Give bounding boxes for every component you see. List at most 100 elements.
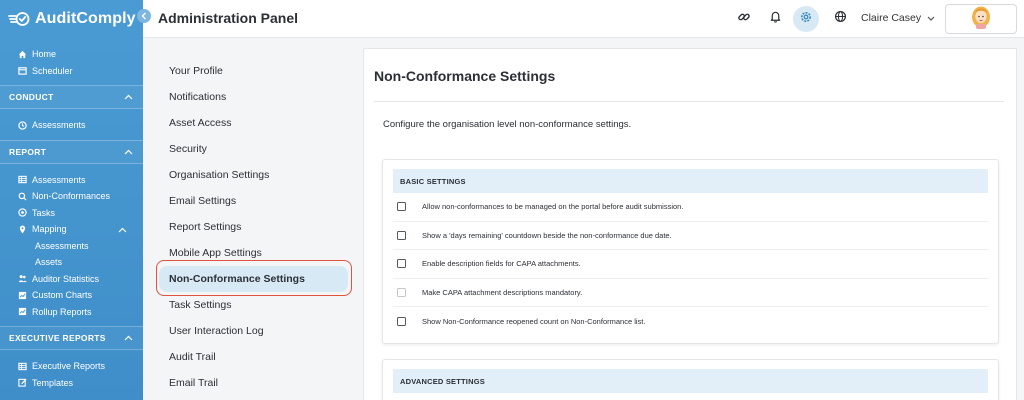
sidebar-item-label: Templates (32, 377, 74, 388)
sidebar-item-label: Assessments (32, 120, 86, 131)
table-icon (18, 175, 27, 184)
menu-item-notifications[interactable]: Notifications (157, 84, 352, 110)
brand[interactable]: AuditComply (0, 0, 143, 38)
user-name: Claire Casey (861, 12, 922, 24)
globe-icon (834, 10, 847, 28)
option-label: Allow non-conformances to be managed on … (422, 202, 684, 212)
users-icon (18, 274, 27, 283)
settings-button[interactable] (793, 6, 819, 32)
section-title: REPORT (9, 146, 47, 157)
menu-item-task-settings[interactable]: Task Settings (157, 292, 352, 318)
executive-group: Executive Reports Templates (0, 350, 143, 397)
sidebar-item-label: Custom Charts (32, 290, 93, 301)
report-group: Assessments Non-Conformances Tasks Mappi… (0, 164, 143, 327)
notifications-button[interactable] (762, 6, 788, 32)
top-bar: Administration Panel Claire Casey (143, 0, 1024, 38)
menu-item-non-conformance-settings[interactable]: Non-Conformance Settings (159, 266, 348, 292)
chart-icon (18, 291, 27, 300)
menu-item-email-settings[interactable]: Email Settings (157, 188, 352, 214)
sidebar-item-non-conformances[interactable]: Non-Conformances (0, 188, 143, 205)
table-icon (18, 362, 27, 371)
conduct-group: Assessments (0, 109, 143, 140)
avatar-image-icon (970, 4, 992, 35)
home-icon (18, 50, 27, 59)
settings-menu: Your Profile Notifications Asset Access … (157, 58, 352, 396)
menu-item-security[interactable]: Security (157, 136, 352, 162)
pin-icon (18, 225, 27, 234)
menu-item-organisation-settings[interactable]: Organisation Settings (157, 162, 352, 188)
sidebar-item-rollup-reports[interactable]: Rollup Reports (0, 304, 143, 321)
sidebar-item-auditor-statistics[interactable]: Auditor Statistics (0, 271, 143, 288)
option-label: Show a 'days remaining' countdown beside… (422, 230, 672, 240)
sidebar-item-label: Scheduler (32, 65, 73, 76)
menu-item-user-interaction-log[interactable]: User Interaction Log (157, 318, 352, 344)
basic-settings-card: BASIC SETTINGS Allow non-conformances to… (382, 159, 999, 344)
sidebar-item-scheduler[interactable]: Scheduler (0, 63, 143, 80)
menu-item-asset-access[interactable]: Asset Access (157, 110, 352, 136)
option-checkbox[interactable] (397, 202, 406, 212)
sidebar-item-tasks[interactable]: Tasks (0, 205, 143, 222)
section-conduct[interactable]: CONDUCT (0, 85, 143, 109)
page-title: Administration Panel (158, 10, 299, 26)
advanced-settings-card: ADVANCED SETTINGS (382, 359, 999, 400)
language-button[interactable] (827, 6, 853, 32)
auditcomply-logo-icon (8, 11, 30, 27)
task-icon (18, 208, 27, 217)
sidebar-item-mapping[interactable]: Mapping (0, 221, 143, 238)
option-checkbox[interactable] (397, 230, 406, 240)
option-label: Make CAPA attachment descriptions mandat… (422, 287, 583, 297)
sidebar-item-label: Mapping (32, 224, 67, 235)
sidebar-item-templates[interactable]: Templates (0, 375, 143, 392)
option-row: Make CAPA attachment descriptions mandat… (393, 279, 988, 307)
edit-icon (18, 378, 27, 387)
option-checkbox[interactable] (397, 316, 406, 326)
menu-item-your-profile[interactable]: Your Profile (157, 58, 352, 84)
basic-settings-title: BASIC SETTINGS (393, 169, 988, 193)
sidebar-item-label: Assets (35, 257, 63, 268)
option-checkbox[interactable] (397, 259, 406, 269)
chevron-up-icon (124, 92, 133, 102)
sidebar-item-home[interactable]: Home (0, 46, 143, 63)
chevron-left-icon (141, 7, 147, 25)
sidebar-item-label: Assessments (32, 174, 86, 185)
section-title: EXECUTIVE REPORTS (9, 333, 106, 343)
section-executive-reports[interactable]: EXECUTIVE REPORTS (0, 326, 143, 350)
chart-icon (18, 307, 27, 316)
calendar-icon (18, 66, 27, 75)
sidebar-item-executive-reports[interactable]: Executive Reports (0, 358, 143, 375)
option-row: Show Non-Conformance reopened count on N… (393, 307, 988, 336)
sidebar-item-custom-charts[interactable]: Custom Charts (0, 287, 143, 304)
avatar[interactable] (945, 4, 1017, 34)
sidebar-item-mapping-assets[interactable]: Assets (0, 254, 143, 271)
gear-icon (799, 10, 813, 29)
menu-item-mobile-app-settings[interactable]: Mobile App Settings (157, 240, 352, 266)
section-title: CONDUCT (9, 92, 54, 102)
content-title: Non-Conformance Settings (374, 68, 556, 84)
option-checkbox-disabled (397, 287, 406, 297)
sidebar: AuditComply Home Scheduler CONDUCT Asses… (0, 0, 143, 400)
sidebar-item-label: Non-Conformances (32, 191, 111, 202)
sidebar-item-report-assessments[interactable]: Assessments (0, 172, 143, 189)
content-description: Configure the organisation level non-con… (383, 119, 632, 130)
link-icon (737, 10, 751, 29)
sidebar-item-label: Tasks (32, 207, 56, 218)
settings-content: Non-Conformance Settings Configure the o… (363, 48, 1017, 400)
sidebar-item-mapping-assessments[interactable]: Assessments (0, 238, 143, 255)
sidebar-item-label: Assessments (35, 240, 89, 251)
option-row: Show a 'days remaining' countdown beside… (393, 222, 988, 250)
menu-item-email-trail[interactable]: Email Trail (157, 370, 352, 396)
sidebar-item-label: Auditor Statistics (32, 273, 100, 284)
menu-item-report-settings[interactable]: Report Settings (157, 214, 352, 240)
chevron-up-icon (118, 225, 127, 235)
menu-item-audit-trail[interactable]: Audit Trail (157, 344, 352, 370)
bell-icon (769, 10, 782, 28)
sidebar-item-conduct-assessments[interactable]: Assessments (0, 117, 143, 134)
option-label: Show Non-Conformance reopened count on N… (422, 316, 646, 326)
sidebar-collapse-button[interactable] (137, 9, 151, 23)
section-report[interactable]: REPORT (0, 139, 143, 164)
clock-icon (18, 121, 27, 130)
option-row: Allow non-conformances to be managed on … (393, 193, 988, 222)
link-button[interactable] (731, 6, 757, 32)
user-menu[interactable]: Claire Casey (861, 12, 935, 24)
option-row: Enable description fields for CAPA attac… (393, 250, 988, 279)
